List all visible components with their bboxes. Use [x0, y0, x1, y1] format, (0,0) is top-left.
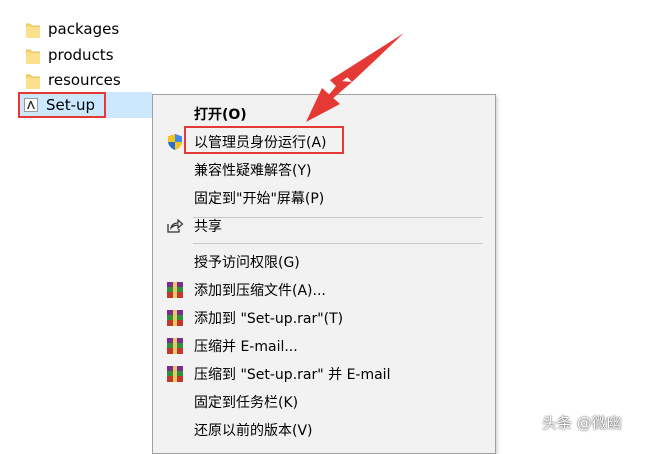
folder-label: products: [48, 46, 114, 64]
menu-item-pin-start[interactable]: 固定到"开始"屏幕(P): [153, 185, 495, 211]
menu-item-label: 固定到"开始"屏幕(P): [194, 191, 325, 207]
winrar-icon: [165, 365, 185, 383]
menu-item-label: 共享: [194, 219, 222, 235]
folder-icon: [26, 73, 40, 89]
folder-label: packages: [48, 20, 120, 38]
menu-item-label: 添加到 "Set-up.rar"(T): [194, 311, 344, 327]
winrar-icon: [165, 281, 185, 299]
uac-shield-icon: [165, 133, 185, 151]
winrar-icon: [165, 337, 185, 355]
menu-item-restore-versions[interactable]: 还原以前的版本(V): [153, 417, 495, 443]
menu-item-compress-email[interactable]: 压缩并 E-mail...: [153, 333, 495, 359]
folder-item-resources[interactable]: resources: [22, 68, 152, 92]
menu-item-grant-access[interactable]: 授予访问权限(G): [153, 249, 495, 275]
menu-item-add-archive[interactable]: 添加到压缩文件(A)...: [153, 277, 495, 303]
menu-item-label: 打开(O): [194, 107, 247, 123]
menu-separator: [193, 243, 483, 244]
share-icon: [165, 217, 185, 235]
folder-icon: [26, 48, 40, 64]
watermark-text: 头条 @微幽: [542, 414, 622, 432]
folder-label: resources: [48, 71, 121, 89]
menu-item-label: 压缩并 E-mail...: [194, 339, 298, 355]
menu-item-label: 固定到任务栏(K): [194, 395, 299, 411]
annotation-highlight-box: [184, 126, 344, 154]
folder-item-packages[interactable]: packages: [22, 17, 152, 41]
menu-item-compress-setup-email[interactable]: 压缩到 "Set-up.rar" 并 E-mail: [153, 361, 495, 387]
menu-item-label: 授予访问权限(G): [194, 255, 300, 271]
folder-icon: [26, 22, 40, 38]
menu-item-share[interactable]: 共享: [153, 213, 495, 239]
menu-item-compatibility[interactable]: 兼容性疑难解答(Y): [153, 157, 495, 183]
menu-item-label: 添加到压缩文件(A)...: [194, 283, 326, 299]
annotation-highlight-box: [18, 92, 106, 118]
menu-item-pin-taskbar[interactable]: 固定到任务栏(K): [153, 389, 495, 415]
menu-item-add-setup-rar[interactable]: 添加到 "Set-up.rar"(T): [153, 305, 495, 331]
menu-item-label: 兼容性疑难解答(Y): [194, 163, 312, 179]
winrar-icon: [165, 309, 185, 327]
menu-item-label: 压缩到 "Set-up.rar" 并 E-mail: [194, 367, 391, 383]
menu-item-open[interactable]: 打开(O): [153, 101, 495, 127]
menu-item-label: 还原以前的版本(V): [194, 423, 313, 439]
folder-item-products[interactable]: products: [22, 43, 152, 67]
